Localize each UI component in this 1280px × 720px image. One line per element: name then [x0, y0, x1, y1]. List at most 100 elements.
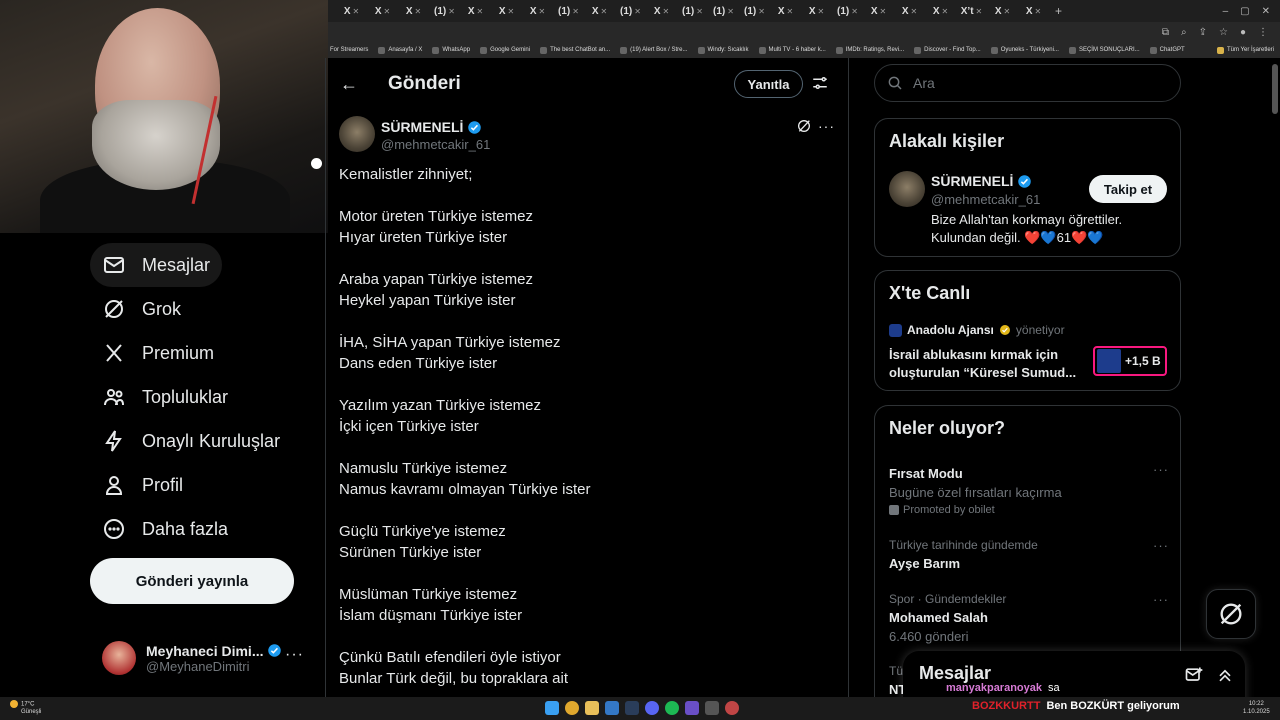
sliders-icon[interactable] [811, 74, 829, 92]
browser-tab[interactable]: X ✕ [584, 0, 615, 22]
more-dots-icon[interactable]: ··· [1153, 462, 1169, 477]
browser-tab[interactable]: X ✕ [863, 0, 894, 22]
nav-item-profil[interactable]: Profil [90, 463, 195, 507]
close-icon[interactable]: ✕ [448, 7, 455, 16]
browser-tab[interactable]: X ✕ [336, 0, 367, 22]
close-icon[interactable]: ✕ [572, 7, 579, 16]
browser-tab[interactable]: X ✕ [1018, 0, 1049, 22]
browser-tab[interactable]: X ✕ [522, 0, 553, 22]
browser-tab[interactable]: (1) ✕ [429, 0, 460, 22]
bookmark-item[interactable]: ChatGPT [1149, 46, 1185, 54]
close-icon[interactable]: ✕ [910, 7, 917, 16]
browser-tab[interactable]: (1) ✕ [739, 0, 770, 22]
browser-tab[interactable]: X ✕ [460, 0, 491, 22]
explorer-icon[interactable] [585, 701, 599, 715]
author-handle[interactable]: @mehmetcakir_61 [381, 137, 490, 152]
nav-item-onaylı-kuruluşlar[interactable]: Onaylı Kuruluşlar [90, 419, 292, 463]
bookmark-item[interactable]: SEÇİM SONUÇLARI... [1068, 46, 1140, 54]
windows-start-icon[interactable] [545, 701, 559, 715]
close-icon[interactable]: ✕ [758, 7, 765, 16]
follow-button[interactable]: Takip et [1089, 175, 1167, 203]
close-icon[interactable]: ✕ [941, 7, 948, 16]
bookmark-item[interactable]: (19) Alert Box / Stre... [620, 46, 688, 54]
app-icon[interactable] [725, 701, 739, 715]
reply-button[interactable]: Yanıtla [734, 70, 803, 98]
live-source[interactable]: Anadolu Ajansı yönetiyor [889, 323, 1065, 337]
live-headline[interactable]: İsrail ablukasını kırmak için oluşturula… [889, 346, 1087, 382]
more-dots-icon[interactable]: ··· [1153, 538, 1169, 553]
grok-float-button[interactable] [1206, 589, 1256, 639]
browser-tab[interactable]: X ✕ [770, 0, 801, 22]
new-tab-icon[interactable]: + [1055, 4, 1062, 18]
close-icon[interactable]: ✕ [696, 7, 703, 16]
maximize-icon[interactable]: ▢ [1240, 6, 1249, 17]
new-message-icon[interactable] [1184, 665, 1204, 685]
browser-tab[interactable]: (1) ✕ [708, 0, 739, 22]
close-icon[interactable]: ✕ [851, 7, 858, 16]
author-avatar[interactable] [339, 116, 375, 152]
more-dots-icon[interactable]: ··· [818, 118, 835, 134]
browser-tab[interactable]: X ✕ [801, 0, 832, 22]
bookmark-item[interactable]: The best ChatBot an... [540, 46, 610, 54]
profile-icon[interactable]: ● [1240, 27, 1246, 38]
browser-tab[interactable]: X’t ✕ [956, 0, 987, 22]
close-icon[interactable]: ✕ [352, 7, 359, 16]
nav-item-premium[interactable]: Premium [90, 331, 226, 375]
chrome-icon[interactable] [565, 701, 579, 715]
app-icon[interactable] [605, 701, 619, 715]
spotify-icon[interactable] [665, 701, 679, 715]
close-icon[interactable]: ✕ [817, 7, 824, 16]
bookmark-item[interactable]: For Streamers [330, 47, 368, 53]
close-icon[interactable]: ✕ [476, 7, 483, 16]
browser-tab[interactable]: (1) ✕ [615, 0, 646, 22]
page-scrollbar[interactable] [1272, 64, 1278, 114]
bookmark-item[interactable]: Windy: Sıcaklık [697, 46, 749, 54]
bookmark-item[interactable]: IMDb: Ratings, Revi... [835, 46, 904, 54]
close-icon[interactable]: ✕ [976, 7, 983, 16]
close-icon[interactable]: ✕ [538, 7, 545, 16]
bookmark-item[interactable]: Google Gemini [480, 46, 530, 54]
bookmark-item[interactable]: Discover - Find Top... [914, 46, 981, 54]
browser-tab[interactable]: X ✕ [398, 0, 429, 22]
browser-tab[interactable]: X ✕ [646, 0, 677, 22]
all-bookmarks-folder[interactable]: Tüm Yer İşaretleri [1216, 46, 1280, 54]
bookmark-star-icon[interactable]: ☆ [1219, 27, 1228, 38]
browser-tab[interactable]: (1) ✕ [677, 0, 708, 22]
share-icon[interactable]: ⇪ [1199, 27, 1207, 38]
close-icon[interactable]: ✕ [507, 7, 514, 16]
browser-tab[interactable]: (1) ✕ [553, 0, 584, 22]
close-icon[interactable]: ✕ [634, 7, 641, 16]
browser-tab[interactable]: X ✕ [894, 0, 925, 22]
more-dots-icon[interactable]: ··· [1153, 592, 1169, 607]
close-window-icon[interactable]: ✕ [1262, 6, 1270, 17]
trend-item[interactable]: Türkiye tarihinde gündemde Ayşe Barım ··… [889, 538, 1169, 571]
close-icon[interactable]: ✕ [786, 7, 793, 16]
grok-icon[interactable] [796, 118, 812, 134]
avatar[interactable] [889, 171, 925, 207]
nav-item-daha-fazla[interactable]: Daha fazla [90, 507, 240, 551]
app-icon[interactable] [685, 701, 699, 715]
zoom-icon[interactable]: ⌕ [1181, 27, 1187, 38]
browser-tab[interactable]: (1) ✕ [832, 0, 863, 22]
live-listeners-badge[interactable]: +1,5 B [1093, 346, 1167, 376]
account-switcher[interactable]: Meyhaneci Dimi... @MeyhaneDimitri ··· [102, 636, 314, 680]
expand-chevron-icon[interactable] [1215, 665, 1235, 685]
browser-tab[interactable]: X ✕ [367, 0, 398, 22]
author-name[interactable]: SÜRMENELİ [381, 119, 482, 135]
back-arrow-icon[interactable]: ← [340, 74, 358, 95]
post-button[interactable]: Gönderi yayınla [90, 558, 294, 604]
nav-item-grok[interactable]: Grok [90, 287, 193, 331]
close-icon[interactable]: ✕ [414, 7, 421, 16]
bookmark-item[interactable]: WhatsApp [432, 46, 470, 54]
trend-item[interactable]: Fırsat Modu Bugüne özel fırsatları kaçır… [889, 462, 1169, 516]
nav-item-topluluklar[interactable]: Topluluklar [90, 375, 240, 419]
close-icon[interactable]: ✕ [600, 7, 607, 16]
browser-tab[interactable]: X ✕ [925, 0, 956, 22]
close-icon[interactable]: ✕ [662, 7, 669, 16]
trend-item[interactable]: Spor · Gündemdekiler Mohamed Salah 6.460… [889, 592, 1169, 644]
close-icon[interactable]: ✕ [879, 7, 886, 16]
close-icon[interactable]: ✕ [727, 7, 734, 16]
nav-item-mesajlar[interactable]: Mesajlar [90, 243, 223, 287]
browser-tab[interactable]: X ✕ [987, 0, 1018, 22]
close-icon[interactable]: ✕ [383, 7, 390, 16]
